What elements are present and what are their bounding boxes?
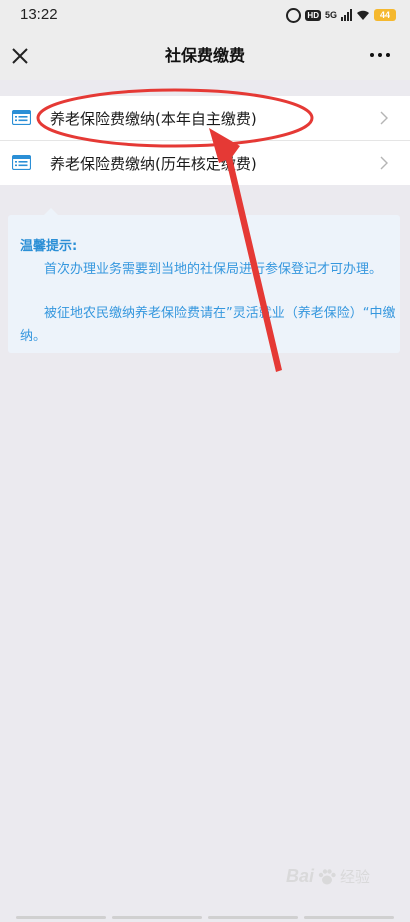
status-icons: HD 5G 44 — [286, 7, 396, 23]
wifi-icon — [357, 10, 369, 20]
menu-item-historical-payment[interactable]: 养老保险费缴纳(历年核定缴费) — [0, 141, 410, 185]
hd-badge: HD — [305, 9, 321, 21]
battery-icon: 44 — [374, 9, 396, 21]
list-icon — [12, 110, 31, 125]
menu-list: 养老保险费缴纳(本年自主缴费) 养老保险费缴纳(历年核定缴费) — [0, 96, 410, 185]
tip-paragraph: 首次办理业务需要到当地的社保局进行参保登记才可办理。 — [44, 262, 383, 277]
chevron-right-icon — [380, 156, 388, 170]
chevron-right-icon — [380, 111, 388, 125]
menu-item-current-year-payment[interactable]: 养老保险费缴纳(本年自主缴费) — [0, 96, 410, 141]
watermark-brand: Bai — [285, 866, 314, 886]
signal-icon — [341, 9, 352, 21]
list-icon — [12, 155, 31, 170]
page-title: 社保费缴费 — [164, 46, 245, 65]
nav-bar: 社保费缴费 — [0, 32, 410, 80]
home-indicator — [0, 916, 410, 922]
tip-pointer — [44, 208, 58, 215]
menu-item-label: 养老保险费缴纳(历年核定缴费) — [50, 154, 257, 173]
tip-paragraph: 被征地农民缴纳养老保险费请在”灵活就业（养老保险）“中缴纳。 — [20, 306, 396, 344]
watermark: Bai 经验 — [286, 866, 370, 887]
alarm-icon — [286, 7, 302, 23]
tip-box: 温馨提示: 首次办理业务需要到当地的社保局进行参保登记才可办理。 被征地农民缴纳… — [8, 208, 400, 353]
menu-item-label: 养老保险费缴纳(本年自主缴费) — [50, 109, 257, 128]
network-type: 5G — [324, 10, 337, 20]
status-time: 13:22 — [20, 6, 58, 23]
watermark-suffix: 经验 — [339, 869, 370, 886]
paw-icon — [318, 868, 336, 884]
tip-title: 温馨提示: — [20, 239, 78, 254]
more-icon[interactable] — [370, 53, 390, 57]
status-bar: 13:22 HD 5G 44 — [0, 0, 410, 32]
